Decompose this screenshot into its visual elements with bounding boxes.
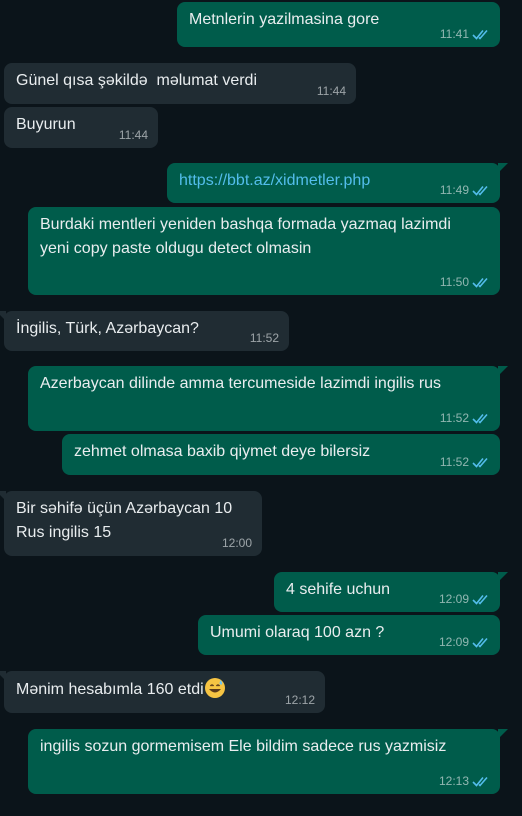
double-check-icon bbox=[472, 29, 488, 40]
message-bubble-outgoing[interactable]: Metnlerin yazilmasina gore 11:41 bbox=[177, 2, 500, 47]
message-bubble-outgoing[interactable]: Azerbaycan dilinde amma tercumeside lazi… bbox=[28, 366, 508, 431]
double-check-icon bbox=[472, 457, 488, 468]
message-time: 11:44 bbox=[118, 128, 148, 142]
double-check-icon bbox=[472, 776, 488, 787]
message-time: 11:50 bbox=[439, 275, 469, 289]
message-bubble-incoming[interactable]: Günel qısa şəkildə məlumat verdi 11:44 bbox=[4, 63, 356, 104]
double-check-icon bbox=[472, 413, 488, 424]
message-time: 11:52 bbox=[439, 455, 469, 469]
message-time: 11:44 bbox=[316, 84, 346, 98]
message-time: 12:09 bbox=[438, 635, 469, 649]
message-time: 12:13 bbox=[438, 774, 469, 788]
message-bubble-outgoing[interactable]: zehmet olmasa baxib qiymet deye bilersiz… bbox=[62, 434, 500, 475]
message-bubble-outgoing[interactable]: 4 sehife uchun 12:09 bbox=[274, 572, 508, 612]
message-bubble-incoming[interactable]: Bir səhifə üçün Azərbaycan 10 Rus ingili… bbox=[0, 491, 262, 556]
message-text: Günel qısa şəkildə məlumat verdi bbox=[16, 72, 257, 89]
double-check-icon bbox=[472, 277, 488, 288]
message-text: Bir səhifə üçün Azərbaycan 10 Rus ingili… bbox=[16, 500, 233, 541]
message-text: Mənim hesabımla 160 etdi bbox=[16, 677, 315, 702]
message-text: zehmet olmasa baxib qiymet deye bilersiz bbox=[74, 443, 371, 460]
message-text-content: Mənim hesabımla 160 etdi bbox=[16, 681, 204, 698]
message-bubble-outgoing[interactable]: Umumi olaraq 100 azn ? 12:09 bbox=[198, 615, 500, 655]
message-bubble-incoming[interactable]: İngilis, Türk, Azərbaycan? 11:52 bbox=[0, 311, 289, 351]
double-check-icon bbox=[472, 594, 488, 605]
message-time: 12:09 bbox=[438, 592, 469, 606]
double-check-icon bbox=[472, 637, 488, 648]
chat-message-list: Metnlerin yazilmasina gore 11:41 Günel q… bbox=[0, 0, 522, 816]
double-check-icon bbox=[472, 185, 488, 196]
message-time: 11:41 bbox=[439, 27, 469, 41]
message-text: Azerbaycan dilinde amma tercumeside lazi… bbox=[40, 375, 442, 392]
message-text: ingilis sozun gormemisem Ele bildim sade… bbox=[40, 738, 447, 755]
message-bubble-outgoing[interactable]: Burdaki mentleri yeniden bashqa formada … bbox=[28, 207, 500, 295]
message-time: 11:49 bbox=[439, 183, 469, 197]
message-time: 11:52 bbox=[439, 411, 469, 425]
grinning-sweat-emoji-icon bbox=[204, 678, 225, 698]
message-text: İngilis, Türk, Azərbaycan? bbox=[16, 320, 199, 337]
message-time: 11:52 bbox=[249, 331, 279, 345]
message-time: 12:12 bbox=[284, 693, 315, 707]
message-bubble-outgoing[interactable]: https://bbt.az/xidmetler.php 11:49 bbox=[167, 163, 508, 203]
message-bubble-incoming[interactable]: Mənim hesabımla 160 etdi 12:12 bbox=[0, 671, 325, 713]
message-time: 12:00 bbox=[221, 536, 252, 550]
message-text: Burdaki mentleri yeniden bashqa formada … bbox=[40, 216, 456, 257]
message-bubble-incoming[interactable]: Buyurun 11:44 bbox=[4, 107, 158, 148]
message-bubble-outgoing[interactable]: ingilis sozun gormemisem Ele bildim sade… bbox=[28, 729, 508, 794]
